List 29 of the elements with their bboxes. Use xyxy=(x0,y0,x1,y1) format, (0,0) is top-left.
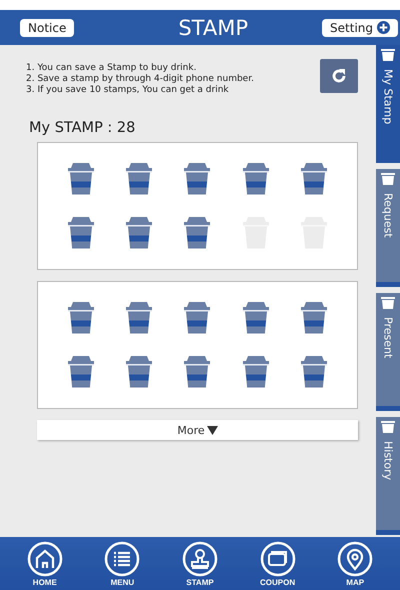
notice-button[interactable]: Notice xyxy=(20,18,74,36)
instruction-text: 3. If you save 10 stamps, You can get a drink xyxy=(26,85,230,96)
cup-icon xyxy=(381,421,395,433)
page-title: STAMP xyxy=(178,16,248,40)
side-tab[interactable]: Request xyxy=(376,169,400,287)
triangle-down-icon xyxy=(206,426,218,434)
map-icon xyxy=(337,540,374,576)
nav-button[interactable]: HOME xyxy=(14,540,75,586)
nav-button[interactable]: MENU xyxy=(92,540,152,586)
more-button[interactable]: More xyxy=(37,420,358,440)
plus-icon xyxy=(377,21,390,34)
side-tab[interactable]: My Stamp xyxy=(376,45,400,163)
cup-icon xyxy=(381,173,395,185)
stamp-count: My STAMP : 28 xyxy=(29,120,136,136)
coupon-icon xyxy=(260,540,296,576)
nav-button[interactable]: COUPON xyxy=(248,540,308,586)
instruction-text: 2. Save a stamp by through 4-digit phone number. xyxy=(26,74,254,85)
side-tab[interactable]: History xyxy=(376,417,400,535)
setting-button[interactable]: Setting xyxy=(322,18,398,36)
stamp-icon xyxy=(182,540,218,576)
nav-button[interactable]: MAP xyxy=(325,540,386,586)
nav-button[interactable]: STAMP xyxy=(170,540,230,586)
cup-icon xyxy=(381,49,395,61)
cup-icon xyxy=(381,297,395,309)
instruction-text: 1. You can save a Stamp to buy drink. xyxy=(26,63,198,74)
menu-icon xyxy=(104,540,140,576)
home-icon xyxy=(26,540,63,576)
refresh-button[interactable] xyxy=(320,59,358,93)
side-tab[interactable]: Present xyxy=(376,293,400,411)
